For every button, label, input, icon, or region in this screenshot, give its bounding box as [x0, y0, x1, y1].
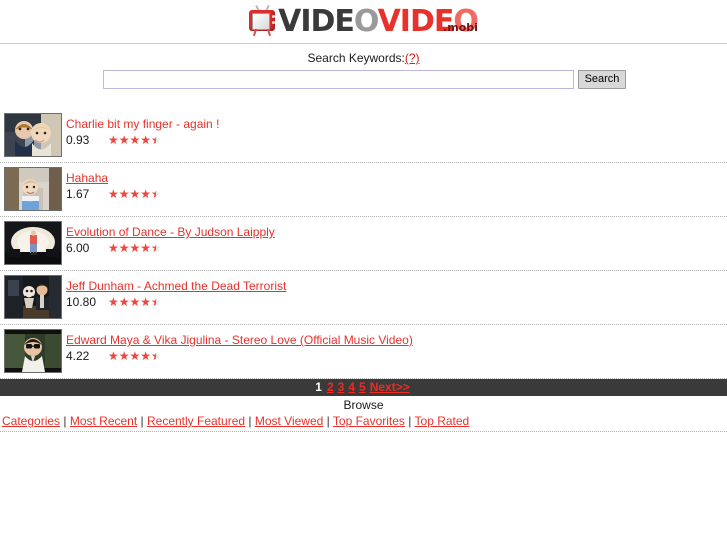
- pagination-link[interactable]: 5: [359, 380, 366, 394]
- video-row[interactable]: Charlie bit my finger - again ! 0.93 ★★★…: [0, 109, 727, 163]
- video-title-link[interactable]: Edward Maya & Vika Jigulina - Stereo Lov…: [66, 333, 413, 347]
- pagination: 1 2 3 4 5 Next>>: [0, 379, 727, 396]
- site-header: VIDEOVIDEO .mobi: [0, 0, 727, 39]
- video-row[interactable]: Evolution of Dance - By Judson Laipply 6…: [0, 217, 727, 271]
- browse-heading: Browse: [343, 398, 384, 412]
- pagination-links: 2 3 4 5 Next>>: [325, 380, 412, 394]
- jeff-dunham-achmed-thumbnail[interactable]: [4, 275, 62, 319]
- logo-part-1: VIDE: [278, 4, 355, 39]
- charlie-bit-my-finger-thumbnail[interactable]: [4, 113, 62, 157]
- video-info: Evolution of Dance - By Judson Laipply 6…: [66, 219, 727, 254]
- browse-links: Categories | Most Recent | Recently Feat…: [0, 413, 727, 432]
- video-list: Charlie bit my finger - again ! 0.93 ★★★…: [0, 109, 727, 379]
- video-row[interactable]: Jeff Dunham - Achmed the Dead Terrorist …: [0, 271, 727, 325]
- video-title-link[interactable]: Evolution of Dance - By Judson Laipply: [66, 225, 275, 239]
- star-rating: ★★★★★ ★★★★★: [108, 240, 162, 255]
- star-rating: ★★★★★ ★★★★★: [108, 186, 162, 201]
- logo-part-2: O: [353, 4, 379, 39]
- evolution-of-dance-thumbnail[interactable]: [4, 221, 62, 265]
- pagination-link[interactable]: 3: [338, 380, 345, 394]
- video-row[interactable]: Edward Maya & Vika Jigulina - Stereo Lov…: [0, 325, 727, 379]
- video-title-link[interactable]: Hahaha: [66, 171, 108, 185]
- star-rating: ★★★★★ ★★★★★: [108, 348, 162, 363]
- video-meta: 4.22 ★★★★★ ★★★★★: [66, 348, 727, 363]
- video-duration: 4.22: [66, 349, 90, 363]
- video-meta: 0.93 ★★★★★ ★★★★★: [66, 132, 727, 147]
- browse-separator: |: [245, 414, 255, 428]
- search-help-link[interactable]: (?): [405, 51, 420, 65]
- search-label: Search Keywords:: [307, 51, 405, 65]
- video-title-link[interactable]: Jeff Dunham - Achmed the Dead Terrorist: [66, 279, 286, 293]
- browse-separator: |: [404, 414, 415, 428]
- video-meta: 10.80 ★★★★★ ★★★★★: [66, 294, 727, 309]
- video-info: Edward Maya & Vika Jigulina - Stereo Lov…: [66, 327, 727, 362]
- tv-icon: [249, 4, 277, 37]
- star-rating: ★★★★★ ★★★★★: [108, 132, 162, 147]
- browse-separator: |: [60, 414, 70, 428]
- search-row: Search: [0, 70, 727, 89]
- video-info: Jeff Dunham - Achmed the Dead Terrorist …: [66, 273, 727, 308]
- video-duration: 0.93: [66, 133, 90, 147]
- browse-link[interactable]: Most Viewed: [255, 414, 323, 428]
- pagination-link[interactable]: Next>>: [370, 380, 410, 394]
- video-duration: 6.00: [66, 241, 90, 255]
- search-input[interactable]: [102, 70, 574, 89]
- pagination-current-page: 1: [315, 380, 322, 394]
- logo-domain-suffix: .mobi: [443, 21, 478, 34]
- video-info: Hahaha 1.67 ★★★★★ ★★★★★: [66, 165, 727, 200]
- site-logo[interactable]: VIDEOVIDEO .mobi: [249, 4, 479, 39]
- pagination-link[interactable]: 4: [348, 380, 355, 394]
- pagination-link[interactable]: 2: [327, 380, 334, 394]
- video-meta: 1.67 ★★★★★ ★★★★★: [66, 186, 727, 201]
- browse-link[interactable]: Categories: [2, 414, 60, 428]
- video-title-link[interactable]: Charlie bit my finger - again !: [66, 117, 219, 131]
- search-section: Search Keywords:(?) Search: [0, 44, 727, 89]
- video-row[interactable]: Hahaha 1.67 ★★★★★ ★★★★★: [0, 163, 727, 217]
- hahaha-baby-thumbnail[interactable]: [4, 167, 62, 211]
- browse-link[interactable]: Most Recent: [70, 414, 137, 428]
- stereo-love-thumbnail[interactable]: [4, 329, 62, 373]
- video-info: Charlie bit my finger - again ! 0.93 ★★★…: [66, 111, 727, 146]
- video-meta: 6.00 ★★★★★ ★★★★★: [66, 240, 727, 255]
- video-duration: 10.80: [66, 295, 97, 309]
- browse-separator: |: [137, 414, 147, 428]
- search-button[interactable]: Search: [577, 70, 627, 89]
- star-rating: ★★★★★ ★★★★★: [108, 294, 162, 309]
- logo-part-3: VIDE: [377, 4, 455, 39]
- search-label-row: Search Keywords:(?): [0, 51, 727, 65]
- video-duration: 1.67: [66, 187, 90, 201]
- browse-separator: |: [323, 414, 333, 428]
- browse-link[interactable]: Recently Featured: [147, 414, 245, 428]
- browse-link[interactable]: Top Favorites: [333, 414, 405, 428]
- browse-link[interactable]: Top Rated: [415, 414, 470, 428]
